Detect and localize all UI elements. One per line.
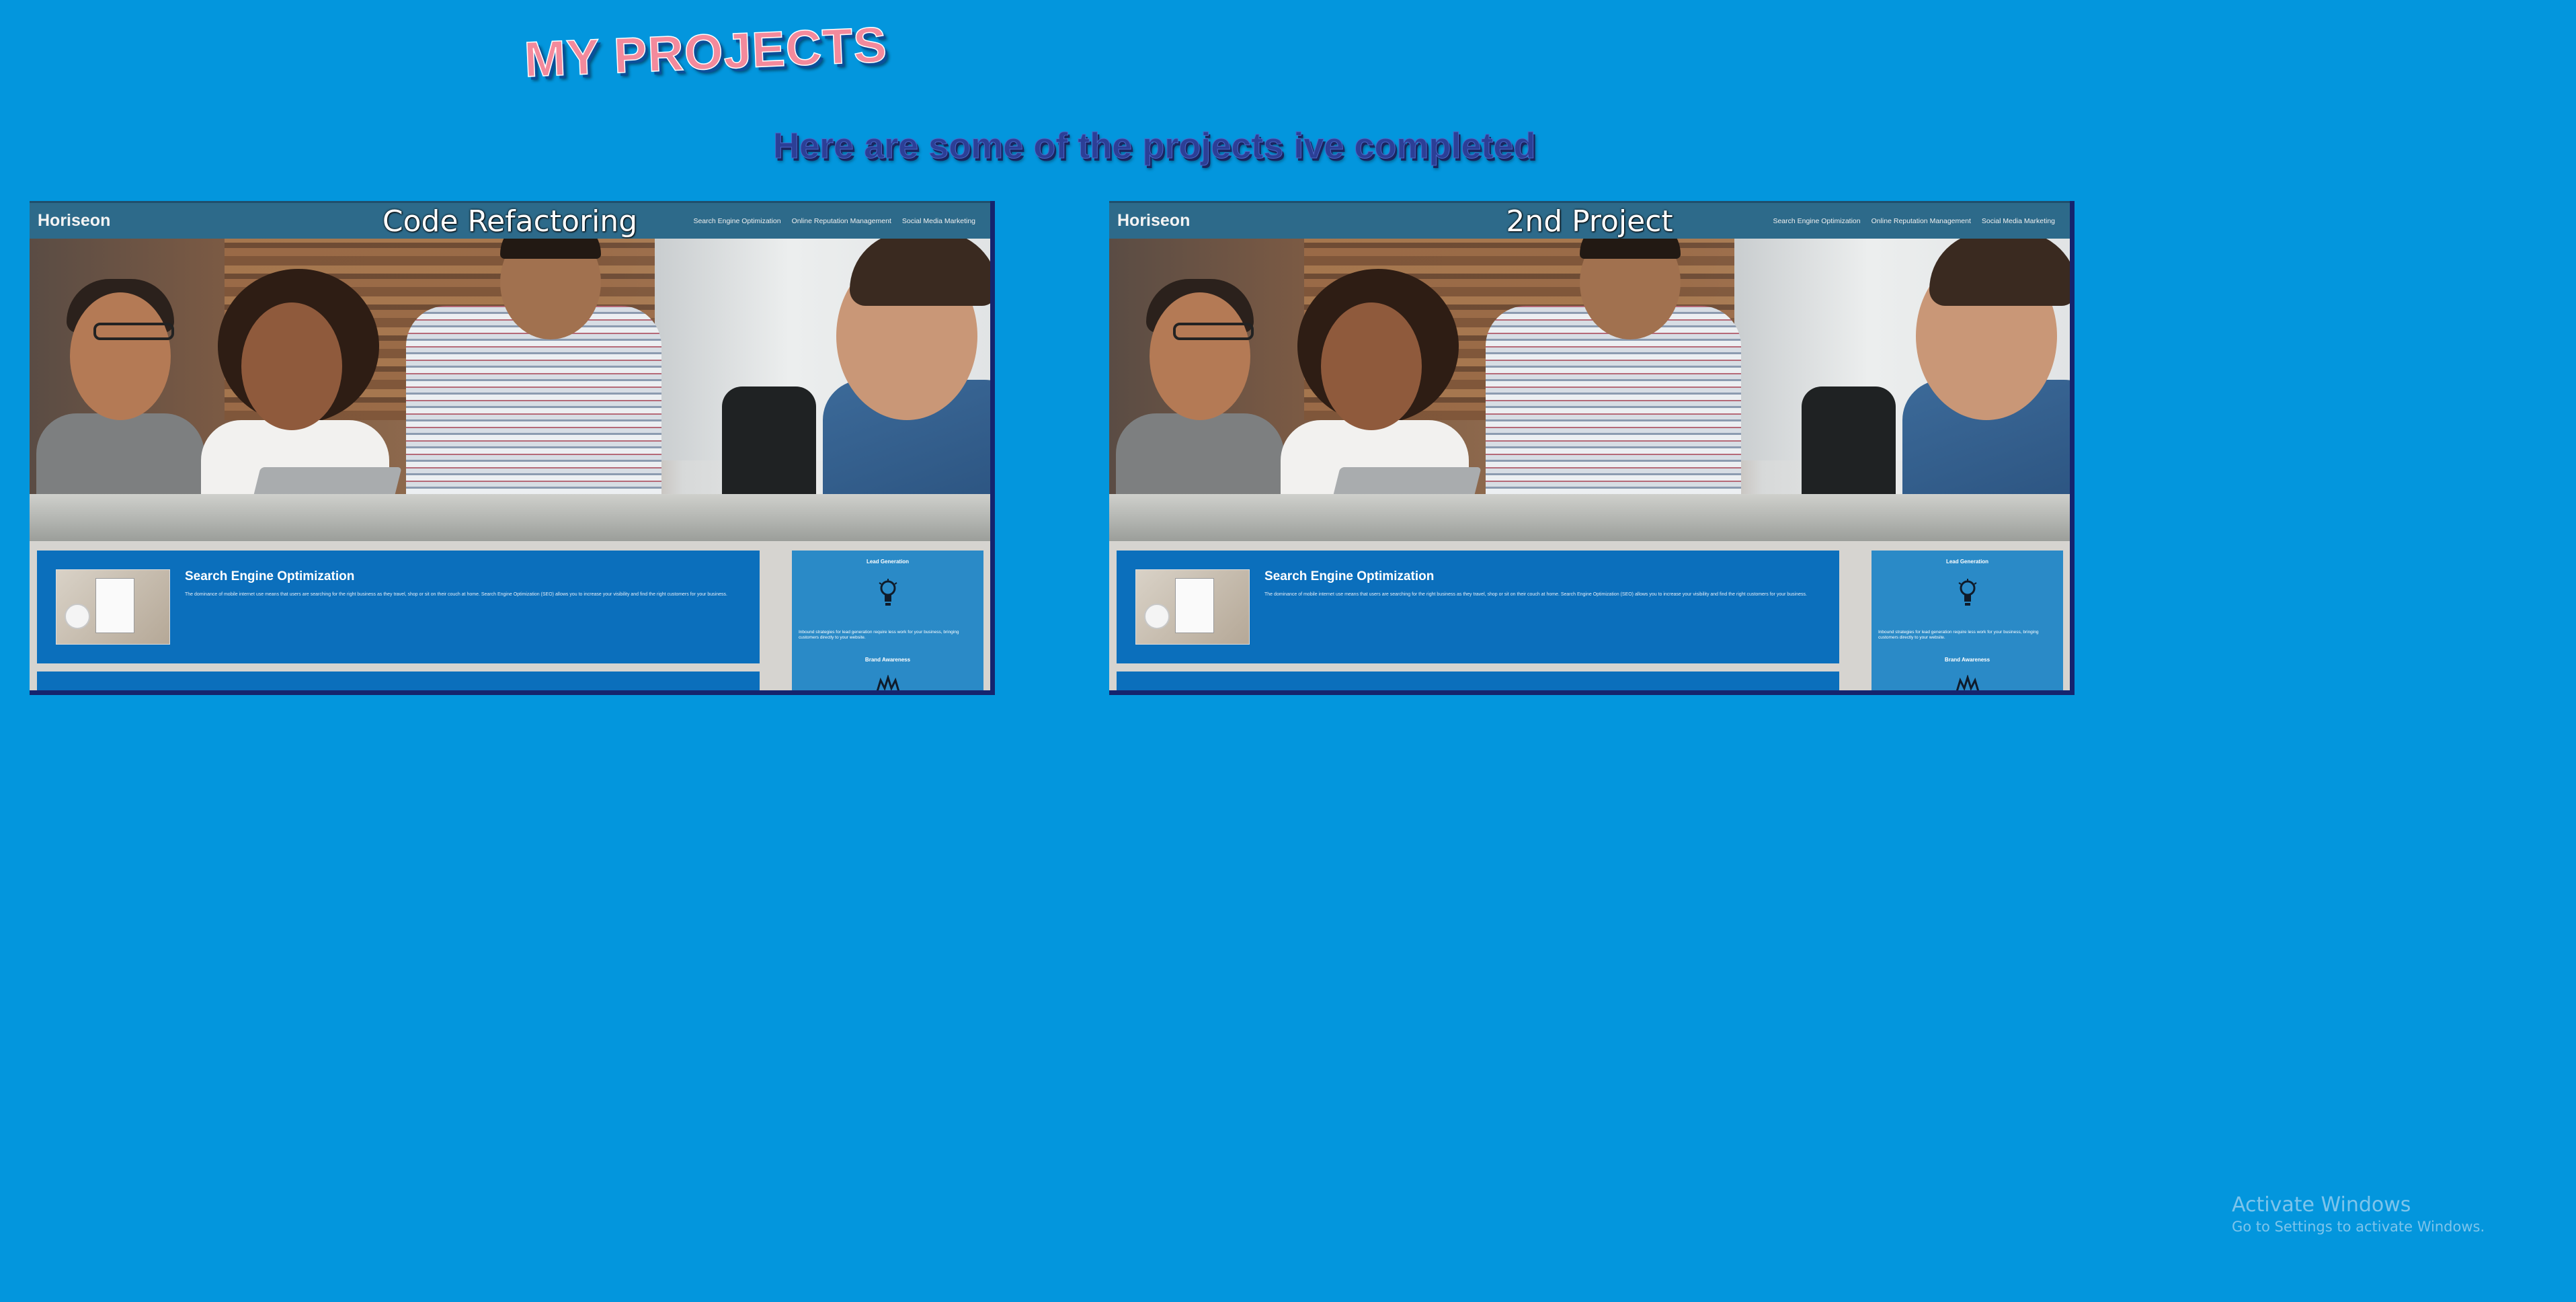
seo-title: Search Engine Optimization: [1264, 569, 1435, 583]
lightbulb-icon: [1958, 579, 1977, 606]
next-section: [1117, 672, 1839, 690]
project-preview-header: Horiseon Code Refactoring Search Engine …: [30, 201, 990, 239]
page-title: MY PROJECTS: [522, 16, 889, 88]
brand-awareness-icon: [1956, 675, 1980, 690]
benefits-sidebar: Lead Generation Inbound strategies for l…: [792, 551, 983, 690]
preview-nav-item: Search Engine Optimization: [1773, 217, 1861, 225]
project-preview-content: Search Engine Optimization The dominance…: [1109, 541, 2070, 690]
preview-nav-item: Social Media Marketing: [1981, 217, 2055, 225]
next-section: [37, 672, 760, 690]
preview-nav-item: Social Media Marketing: [901, 217, 975, 225]
lead-generation-heading: Lead Generation: [1945, 559, 1989, 565]
watermark-subtitle: Go to Settings to activate Windows.: [2232, 1219, 2485, 1235]
project-preview-content: Search Engine Optimization The dominance…: [30, 541, 990, 690]
seo-text: The dominance of mobile internet use mea…: [185, 592, 727, 597]
project-preview-hero-image: [30, 239, 990, 541]
project-card-code-refactoring[interactable]: Horiseon Code Refactoring Search Engine …: [30, 201, 995, 695]
brand-awareness-heading: Brand Awareness: [1944, 657, 1990, 663]
page-subtitle: Here are some of the projects ive comple…: [772, 126, 1536, 166]
seo-thumbnail: [56, 569, 170, 645]
seo-section: Search Engine Optimization The dominance…: [1117, 551, 1839, 663]
seo-title: Search Engine Optimization: [185, 569, 355, 583]
watermark-title: Activate Windows: [2232, 1193, 2411, 1217]
lead-generation-text: Inbound strategies for lead generation r…: [799, 630, 959, 641]
project-card-2nd-project[interactable]: Horiseon 2nd Project Search Engine Optim…: [1109, 201, 2075, 695]
preview-nav-item: Online Reputation Management: [791, 217, 891, 225]
brand-awareness-icon: [876, 675, 900, 690]
lightbulb-icon: [879, 579, 897, 606]
seo-section: Search Engine Optimization The dominance…: [37, 551, 760, 663]
project-preview-header: Horiseon 2nd Project Search Engine Optim…: [1109, 201, 2070, 239]
project-preview-nav: Search Engine Optimization Online Reputa…: [1773, 217, 2055, 225]
lead-generation-heading: Lead Generation: [866, 559, 910, 565]
seo-text: The dominance of mobile internet use mea…: [1264, 592, 1807, 597]
lead-generation-text: Inbound strategies for lead generation r…: [1878, 630, 2039, 641]
seo-thumbnail: [1135, 569, 1250, 645]
benefits-sidebar: Lead Generation Inbound strategies for l…: [1871, 551, 2063, 690]
brand-awareness-heading: Brand Awareness: [864, 657, 911, 663]
project-preview-nav: Search Engine Optimization Online Reputa…: [693, 217, 975, 225]
preview-nav-item: Search Engine Optimization: [693, 217, 781, 225]
preview-nav-item: Online Reputation Management: [1871, 217, 1971, 225]
project-preview-hero-image: [1109, 239, 2070, 541]
activate-windows-watermark: Activate Windows Go to Settings to activ…: [2232, 1193, 2485, 1237]
